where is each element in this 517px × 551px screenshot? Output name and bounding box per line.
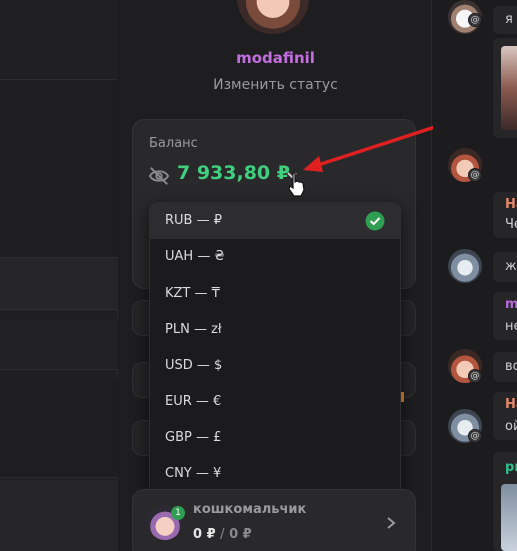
eye-off-icon[interactable] [148, 166, 170, 186]
chat-text: ой [505, 419, 517, 434]
chat-text: я [505, 12, 513, 27]
chat-text: Че [505, 217, 517, 232]
avatar[interactable] [448, 249, 482, 283]
at-badge: @ [468, 168, 482, 182]
change-status-link[interactable]: Изменить статус [119, 77, 432, 93]
at-badge: @ [468, 369, 482, 383]
check-icon [365, 211, 385, 231]
kitty-balance-separator: / [220, 527, 225, 542]
chat-text: не [505, 319, 517, 334]
currency-option-cny[interactable]: CNY — ¥ [150, 456, 400, 492]
currency-option-eur[interactable]: EUR — € [150, 384, 400, 420]
currency-option-uah[interactable]: UAH — ₴ [150, 239, 400, 275]
currency-option-label: RUB — ₽ [165, 213, 223, 228]
chat-bubble: m не [493, 292, 517, 340]
kitty-name: кошкомальчик [193, 502, 307, 517]
chat-author: На [505, 197, 517, 212]
red-arrow-annotation [303, 124, 440, 172]
kitty-balance-right: 0 ₽ [229, 527, 252, 542]
currency-option-label: CNY — ¥ [165, 466, 222, 481]
currency-dropdown: RUB — ₽ UAH — ₴ KZT — ₸ PLN — zł USD — $… [149, 202, 401, 500]
chat-author: На [505, 397, 517, 412]
left-strip[interactable] [0, 258, 118, 310]
left-strip[interactable] [0, 480, 118, 551]
chat-bubble: На Че [493, 192, 517, 238]
at-badge: @ [468, 429, 482, 443]
chat-bubble: На ой [493, 392, 517, 440]
chat-image-bubble[interactable] [493, 38, 517, 138]
left-strip [0, 80, 118, 258]
kitty-balance-left: 0 ₽ [193, 527, 216, 542]
orange-indicator [401, 392, 404, 402]
currency-option-pln[interactable]: PLN — zł [150, 312, 400, 348]
currency-option-label: PLN — zł [165, 322, 222, 337]
chevron-right-icon[interactable] [385, 516, 397, 530]
chat-author: рь [505, 460, 517, 475]
chat-text: жи [505, 259, 517, 274]
username[interactable]: modafinil [119, 49, 432, 67]
balance-amount[interactable]: 7 933,80 ₽ [177, 162, 290, 184]
currency-option-kzt[interactable]: KZT — ₸ [150, 276, 400, 312]
chat-bubble: я [493, 6, 517, 34]
currency-option-label: EUR — € [165, 394, 222, 409]
left-strip [0, 0, 118, 80]
currency-option-label: USD — $ [165, 358, 223, 373]
left-strip[interactable] [0, 320, 118, 370]
chat-bubble: жи [493, 252, 517, 282]
at-badge: @ [468, 13, 482, 27]
currency-option-usd[interactable]: USD — $ [150, 348, 400, 384]
left-panel [0, 0, 118, 551]
currency-option-label: KZT — ₸ [165, 286, 220, 301]
chat-bubble: во [493, 352, 517, 382]
currency-option-label: GBP — £ [165, 430, 222, 445]
kitty-badge: 1 [171, 506, 185, 520]
currency-option-gbp[interactable]: GBP — £ [150, 420, 400, 456]
balance-label: Баланс [149, 136, 198, 151]
currency-option-rub[interactable]: RUB — ₽ [150, 203, 400, 239]
chat-bubble: рь [493, 452, 517, 551]
left-strip [0, 378, 118, 478]
chat-author: m [505, 297, 517, 312]
chat-text: во [505, 359, 517, 374]
kitty-balance: 0 ₽ / 0 ₽ [193, 527, 252, 542]
currency-option-label: UAH — ₴ [165, 249, 225, 264]
